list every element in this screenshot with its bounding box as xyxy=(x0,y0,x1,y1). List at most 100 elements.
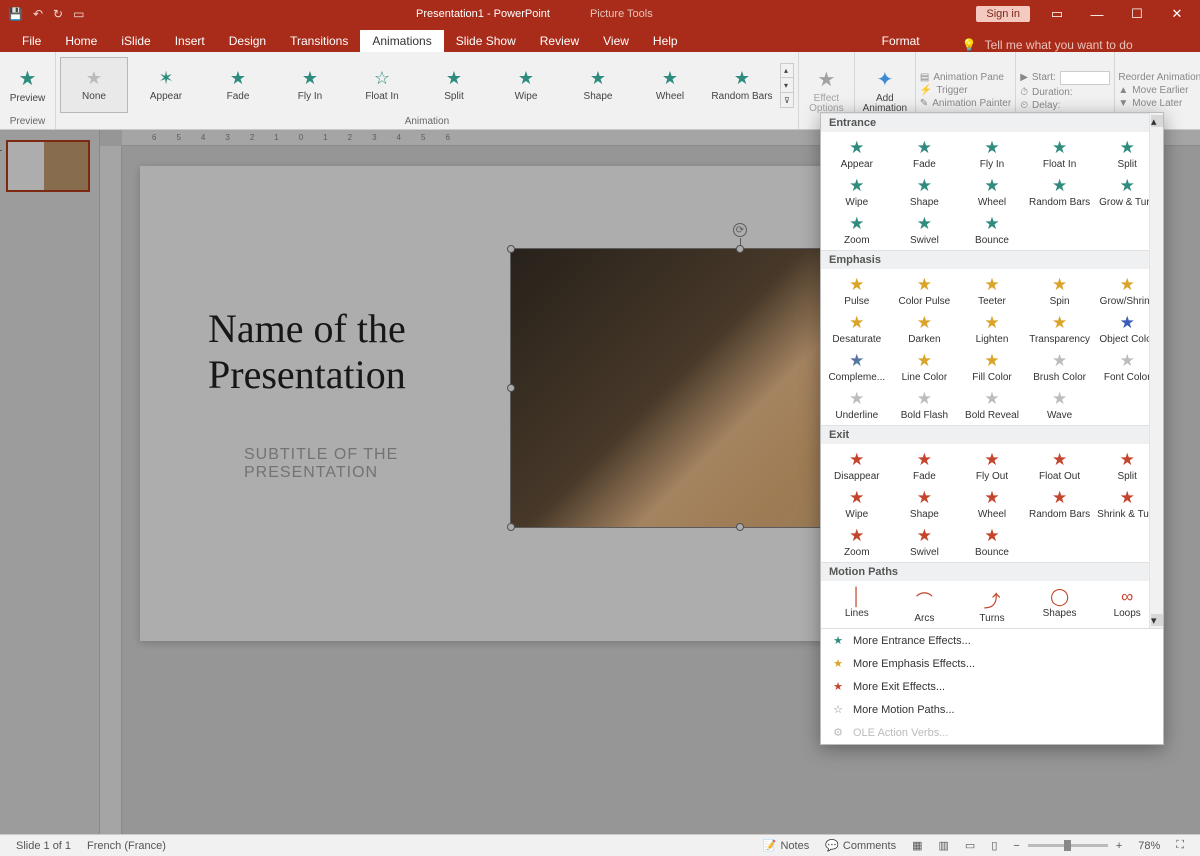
rotate-handle-icon[interactable]: ⟳ xyxy=(733,223,747,237)
zoom-in-icon[interactable]: + xyxy=(1108,840,1130,852)
resize-handle[interactable] xyxy=(736,523,744,531)
tab-slideshow[interactable]: Slide Show xyxy=(444,30,528,52)
anim-option-line-color[interactable]: ★Line Color xyxy=(891,347,959,385)
anim-option-bold-flash[interactable]: ★Bold Flash xyxy=(891,385,959,423)
preview-button[interactable]: ★Preview xyxy=(4,56,51,114)
anim-option-wheel[interactable]: ★Wheel xyxy=(958,484,1026,522)
sign-in-button[interactable]: Sign in xyxy=(976,6,1030,22)
add-animation-button[interactable]: ✦Add Animation xyxy=(859,62,911,120)
anim-option-bounce[interactable]: ★Bounce xyxy=(958,210,1026,248)
anim-option-float-in[interactable]: ★Float In xyxy=(1026,134,1094,172)
save-icon[interactable]: 💾 xyxy=(8,7,23,21)
tab-animations[interactable]: Animations xyxy=(360,30,443,52)
tab-format[interactable]: Format xyxy=(870,30,932,52)
slide-title-placeholder[interactable]: Name of thePresentation xyxy=(208,306,406,398)
anim-floatin[interactable]: ☆Float In xyxy=(348,57,416,113)
slide-counter[interactable]: Slide 1 of 1 xyxy=(8,840,79,852)
tab-file[interactable]: File xyxy=(10,30,53,52)
effect-options-button[interactable]: ★Effect Options xyxy=(803,62,850,120)
gallery-up-icon[interactable]: ▴ xyxy=(781,64,793,78)
motion-option-shapes[interactable]: ◯Shapes xyxy=(1026,583,1094,626)
anim-option-color-pulse[interactable]: ★Color Pulse xyxy=(891,271,959,309)
view-normal-icon[interactable]: ▦ xyxy=(904,839,930,852)
anim-option-appear[interactable]: ★Appear xyxy=(823,134,891,172)
timing-delay[interactable]: ⏲Delay: xyxy=(1020,100,1110,111)
anim-option-wheel[interactable]: ★Wheel xyxy=(958,172,1026,210)
anim-option-darken[interactable]: ★Darken xyxy=(891,309,959,347)
gallery-down-icon[interactable]: ▾ xyxy=(781,79,793,93)
tab-review[interactable]: Review xyxy=(528,30,591,52)
fit-window-icon[interactable]: ⛶ xyxy=(1168,839,1192,852)
anim-option-swivel[interactable]: ★Swivel xyxy=(891,522,959,560)
anim-option-shape[interactable]: ★Shape xyxy=(891,172,959,210)
anim-split[interactable]: ★Split xyxy=(420,57,488,113)
tab-view[interactable]: View xyxy=(591,30,641,52)
anim-randombars[interactable]: ★Random Bars xyxy=(708,57,776,113)
animation-pane-button[interactable]: ▤Animation Pane xyxy=(920,72,1011,83)
slideshow-icon[interactable]: ▭ xyxy=(73,7,84,21)
more-emphasis-effects[interactable]: ★More Emphasis Effects... xyxy=(821,652,1163,675)
anim-option-float-out[interactable]: ★Float Out xyxy=(1026,446,1094,484)
view-reading-icon[interactable]: ▭ xyxy=(957,839,983,852)
more-exit-effects[interactable]: ★More Exit Effects... xyxy=(821,675,1163,698)
anim-option-compleme-[interactable]: ★Compleme... xyxy=(823,347,891,385)
zoom-out-icon[interactable]: − xyxy=(1005,840,1027,852)
view-slideshow-icon[interactable]: ▯ xyxy=(983,839,1005,852)
anim-option-fill-color[interactable]: ★Fill Color xyxy=(958,347,1026,385)
anim-option-random-bars[interactable]: ★Random Bars xyxy=(1026,172,1094,210)
zoom-level[interactable]: 78% xyxy=(1130,840,1168,852)
timing-start[interactable]: ▶Start: xyxy=(1020,71,1110,85)
anim-wipe[interactable]: ★Wipe xyxy=(492,57,560,113)
anim-shape[interactable]: ★Shape xyxy=(564,57,632,113)
motion-option-lines[interactable]: │Lines xyxy=(823,583,891,626)
resize-handle[interactable] xyxy=(736,245,744,253)
view-sorter-icon[interactable]: ▥ xyxy=(931,839,957,852)
move-earlier-button[interactable]: ▲Move Earlier xyxy=(1118,85,1200,96)
close-button[interactable]: ✕ xyxy=(1164,6,1190,22)
anim-option-fly-in[interactable]: ★Fly In xyxy=(958,134,1026,172)
anim-option-brush-color[interactable]: ★Brush Color xyxy=(1026,347,1094,385)
anim-option-random-bars[interactable]: ★Random Bars xyxy=(1026,484,1094,522)
anim-appear[interactable]: ✶Appear xyxy=(132,57,200,113)
move-later-button[interactable]: ▼Move Later xyxy=(1118,98,1200,109)
anim-option-wipe[interactable]: ★Wipe xyxy=(823,172,891,210)
comments-button[interactable]: 💬Comments xyxy=(817,839,904,852)
anim-option-desaturate[interactable]: ★Desaturate xyxy=(823,309,891,347)
anim-option-spin[interactable]: ★Spin xyxy=(1026,271,1094,309)
resize-handle[interactable] xyxy=(507,523,515,531)
anim-option-pulse[interactable]: ★Pulse xyxy=(823,271,891,309)
anim-option-zoom[interactable]: ★Zoom xyxy=(823,210,891,248)
slide-subtitle-placeholder[interactable]: SUBTITLE OF THEPRESENTATION xyxy=(244,446,398,482)
more-entrance-effects[interactable]: ★More Entrance Effects... xyxy=(821,629,1163,652)
anim-fade[interactable]: ★Fade xyxy=(204,57,272,113)
anim-option-fade[interactable]: ★Fade xyxy=(891,134,959,172)
resize-handle[interactable] xyxy=(507,384,515,392)
anim-option-bounce[interactable]: ★Bounce xyxy=(958,522,1026,560)
anim-option-wave[interactable]: ★Wave xyxy=(1026,385,1094,423)
zoom-slider[interactable] xyxy=(1028,844,1108,847)
tab-design[interactable]: Design xyxy=(217,30,278,52)
anim-wheel[interactable]: ★Wheel xyxy=(636,57,704,113)
anim-option-fade[interactable]: ★Fade xyxy=(891,446,959,484)
dropdown-scrollbar[interactable]: ▴ ▾ xyxy=(1149,113,1163,628)
start-dropdown[interactable] xyxy=(1060,71,1110,85)
anim-option-zoom[interactable]: ★Zoom xyxy=(823,522,891,560)
undo-icon[interactable]: ↶ xyxy=(33,7,43,21)
tab-help[interactable]: Help xyxy=(641,30,690,52)
scroll-up-icon[interactable]: ▴ xyxy=(1151,115,1163,127)
maximize-button[interactable]: ☐ xyxy=(1124,6,1150,22)
anim-option-swivel[interactable]: ★Swivel xyxy=(891,210,959,248)
anim-option-teeter[interactable]: ★Teeter xyxy=(958,271,1026,309)
timing-duration[interactable]: ⏱Duration: xyxy=(1020,87,1110,98)
anim-option-underline[interactable]: ★Underline xyxy=(823,385,891,423)
anim-none[interactable]: ★None xyxy=(60,57,128,113)
notes-button[interactable]: 📝Notes xyxy=(755,839,817,852)
trigger-button[interactable]: ⚡Trigger xyxy=(920,85,1011,96)
anim-option-transparency[interactable]: ★Transparency xyxy=(1026,309,1094,347)
tab-insert[interactable]: Insert xyxy=(163,30,217,52)
redo-icon[interactable]: ↻ xyxy=(53,7,63,21)
slide-thumbnail-1[interactable] xyxy=(6,140,90,192)
animation-painter-button[interactable]: ✎Animation Painter xyxy=(920,98,1011,109)
tell-me-search[interactable]: 💡 Tell me what you want to do xyxy=(962,38,1133,52)
language-indicator[interactable]: French (France) xyxy=(79,840,174,852)
